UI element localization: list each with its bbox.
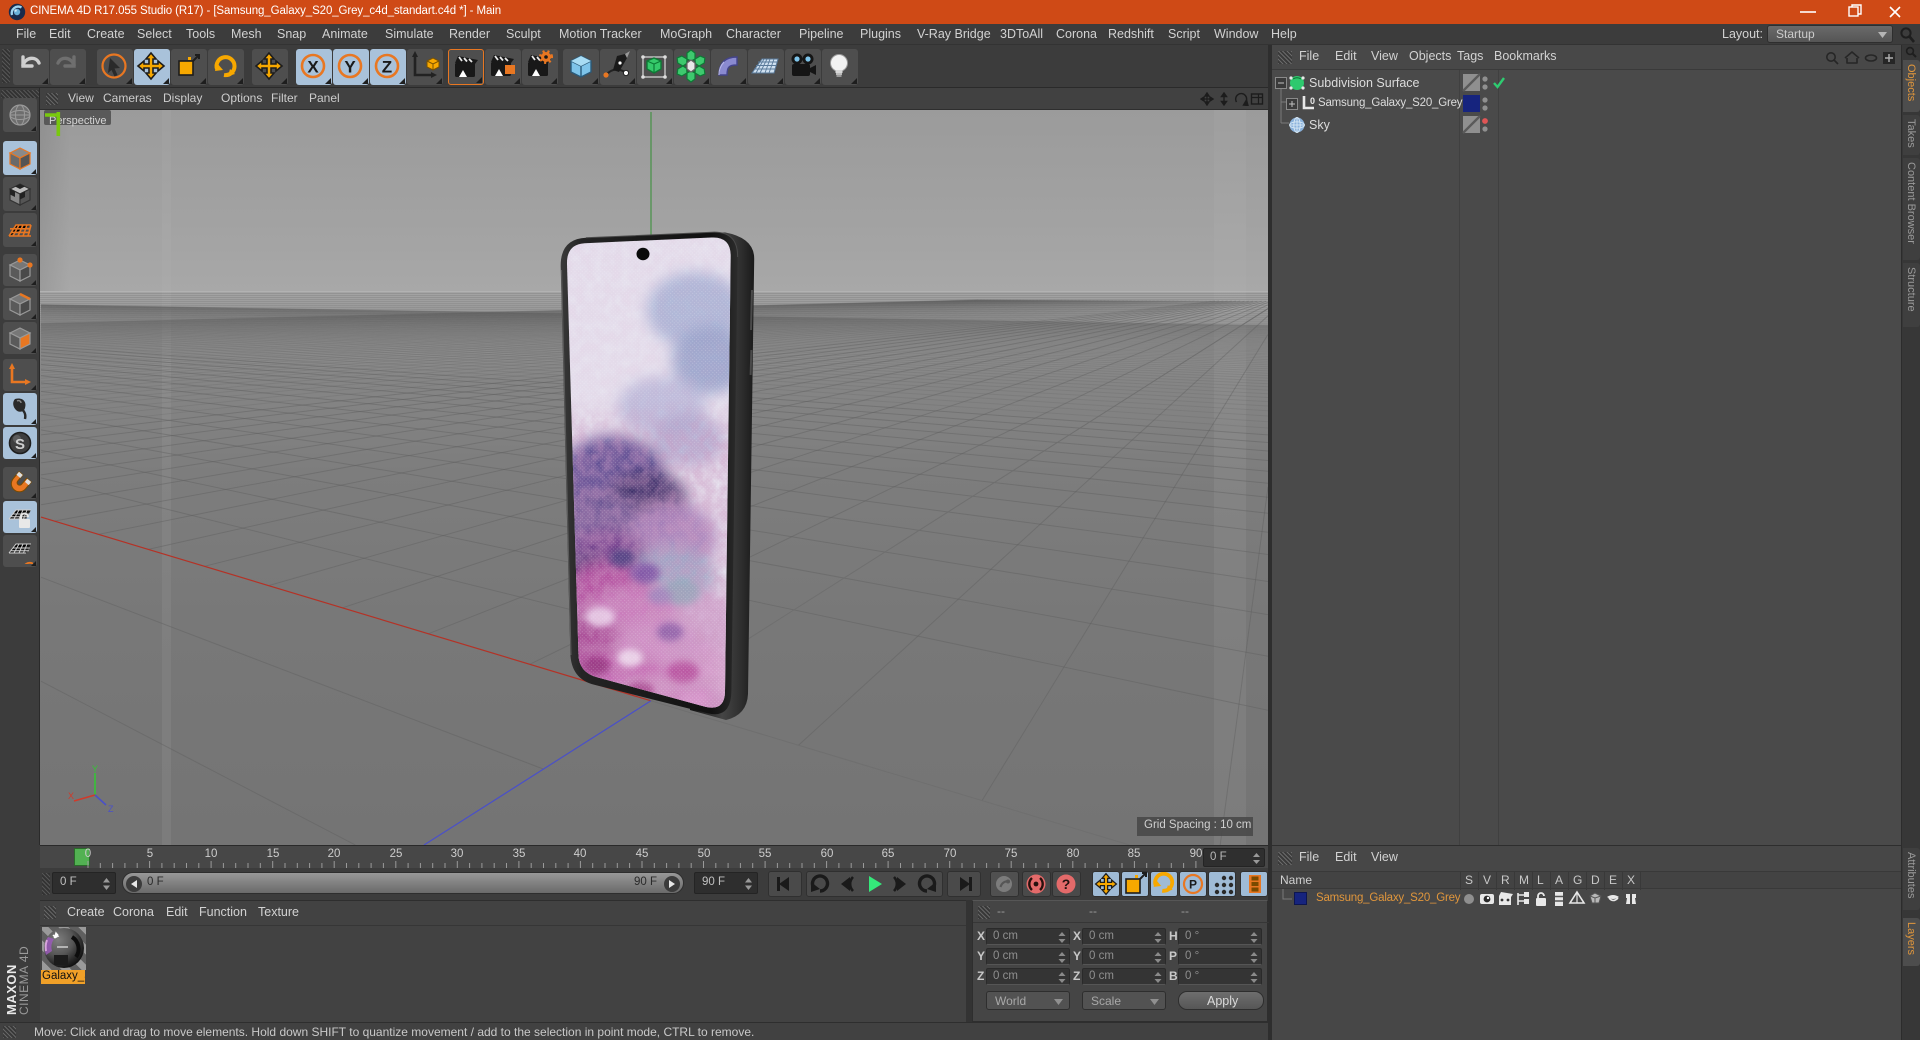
svg-text:X: X	[307, 58, 319, 77]
svg-text:S: S	[15, 436, 25, 453]
svg-text:Z: Z	[108, 804, 114, 814]
svg-text:?: ?	[1062, 876, 1071, 892]
svg-text:Y: Y	[344, 58, 356, 77]
svg-text:P: P	[1189, 878, 1197, 892]
svg-text:Y: Y	[92, 765, 98, 774]
svg-text:0: 0	[1310, 96, 1315, 106]
svg-text:X: X	[68, 791, 74, 801]
svg-text:Z: Z	[382, 58, 392, 77]
